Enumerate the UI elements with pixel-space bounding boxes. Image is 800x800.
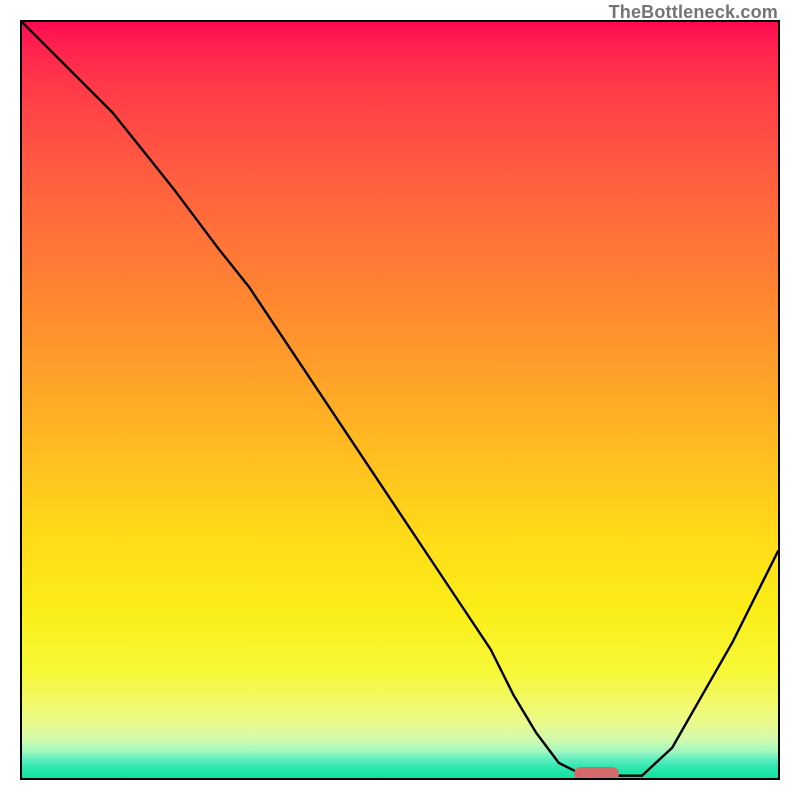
watermark-text: TheBottleneck.com xyxy=(609,2,778,23)
optimum-marker xyxy=(574,767,619,780)
chart-container: TheBottleneck.com xyxy=(0,0,800,800)
bottleneck-curve xyxy=(22,22,778,778)
plot-area xyxy=(20,20,780,780)
